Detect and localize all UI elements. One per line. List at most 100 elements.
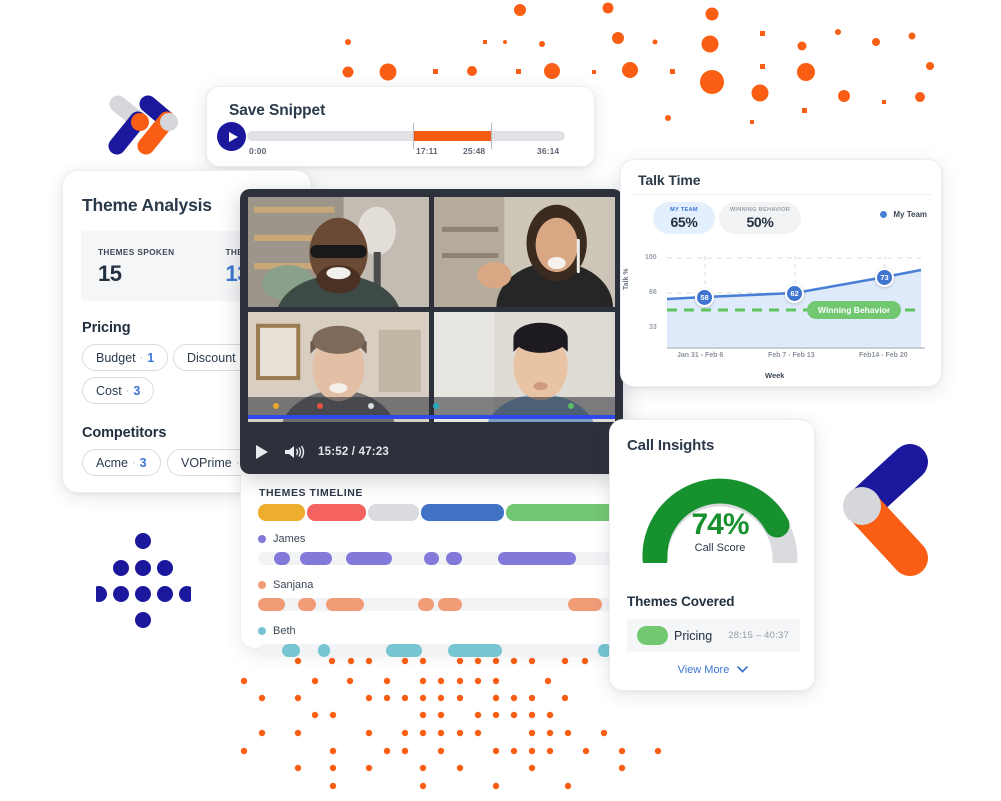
speaker-segment[interactable] xyxy=(300,552,332,565)
view-more-button[interactable]: View More xyxy=(610,664,816,676)
participant-tile[interactable] xyxy=(434,197,615,307)
pill-value: 50% xyxy=(746,213,774,230)
video-player-card: 15:52 / 47:23 xyxy=(240,189,623,474)
save-snippet-title: Save Snippet xyxy=(229,102,326,119)
theme-covered-row[interactable]: Pricing 28:15 – 40:37 xyxy=(627,619,800,652)
y-tick-label: 100 xyxy=(645,254,657,261)
video-progress-bar[interactable] xyxy=(248,415,615,419)
stat-label: THEMES SPOKEN xyxy=(98,247,175,257)
data-point[interactable]: 73 xyxy=(875,268,894,287)
landing-hero-composite: Save Snippet 0:00 17:11 25:48 36:14 Them… xyxy=(0,0,1001,801)
y-axis-label: Talk % xyxy=(623,268,630,290)
volume-icon[interactable] xyxy=(283,444,305,460)
video-marker-strip[interactable] xyxy=(248,397,615,415)
speaker-color-dot xyxy=(258,627,266,635)
pill-label: MY TEAM xyxy=(670,206,698,213)
snippet-tick-end xyxy=(491,123,492,149)
speaker-segment[interactable] xyxy=(258,598,285,611)
speaker-track[interactable] xyxy=(258,552,638,565)
call-score-value: 74% xyxy=(691,508,749,541)
chip-count: 1 xyxy=(147,350,155,365)
brand-mark xyxy=(843,444,928,576)
participant-tile[interactable] xyxy=(248,197,429,307)
snippet-timeline-track[interactable] xyxy=(247,123,565,149)
chip-separator: · xyxy=(235,456,240,469)
marker-dot[interactable] xyxy=(433,403,439,409)
speaker-segment[interactable] xyxy=(298,598,316,611)
chip-label: Budget xyxy=(96,350,136,365)
chip-separator: · xyxy=(131,456,136,469)
speaker-name: Sanjana xyxy=(273,579,314,591)
video-controls: 15:52 / 47:23 xyxy=(240,429,623,474)
marker-dot[interactable] xyxy=(317,403,323,409)
speaker-segment[interactable] xyxy=(274,552,290,565)
speaker-segment[interactable] xyxy=(446,552,462,565)
speaker-row-beth: Beth xyxy=(258,623,638,657)
snippet-time-sel-end: 25:48 xyxy=(463,146,486,156)
chip-acme[interactable]: Acme · 3 xyxy=(82,449,161,476)
speaker-segment[interactable] xyxy=(326,598,364,611)
play-icon[interactable] xyxy=(256,444,268,459)
speaker-segment[interactable] xyxy=(498,552,576,565)
data-point[interactable]: 62 xyxy=(785,284,804,303)
theme-color-pill xyxy=(637,626,668,645)
theme-segment[interactable] xyxy=(258,504,305,521)
chip-cost[interactable]: Cost · 3 xyxy=(82,377,155,404)
theme-segment[interactable] xyxy=(420,504,504,521)
marker-dot[interactable] xyxy=(568,403,574,409)
themes-covered-title: Themes Covered xyxy=(627,594,735,609)
theme-segment[interactable] xyxy=(367,504,419,521)
snippet-selection-range[interactable] xyxy=(413,131,491,141)
speaker-segment[interactable] xyxy=(318,644,330,657)
talk-time-chart: 100 66 33 58 62 73 Winning Behavior Jan … xyxy=(635,248,931,359)
call-score-gauge: 74% Call Score xyxy=(637,463,803,572)
video-participant-grid xyxy=(248,197,615,422)
speaker-segment[interactable] xyxy=(448,644,502,657)
speaker-segment[interactable] xyxy=(386,644,422,657)
speaker-segment[interactable] xyxy=(346,552,392,565)
speaker-track[interactable] xyxy=(258,644,638,657)
themes-timeline-title: THEMES TIMELINE xyxy=(259,487,363,499)
chip-budget[interactable]: Budget · 1 xyxy=(82,344,169,371)
y-tick-label: 66 xyxy=(649,289,657,296)
chart-legend: My Team xyxy=(880,210,927,219)
marker-dot[interactable] xyxy=(273,403,279,409)
snippet-time-start: 0:00 xyxy=(249,146,267,156)
metric-pill-my-team[interactable]: MY TEAM 65% xyxy=(653,202,715,234)
speaker-segment[interactable] xyxy=(418,598,434,611)
speaker-header: Sanjana xyxy=(258,577,638,593)
speaker-track[interactable] xyxy=(258,598,638,611)
snippet-time-sel-start: 17:11 xyxy=(416,146,438,156)
themes-timeline-bar[interactable] xyxy=(258,504,638,521)
marker-dot[interactable] xyxy=(368,403,374,409)
pill-value: 65% xyxy=(670,213,698,230)
data-point[interactable]: 58 xyxy=(695,288,714,307)
x-tick-label: Feb14 - Feb 20 xyxy=(859,352,908,359)
x-axis-label: Week xyxy=(765,371,785,380)
y-tick-label: 33 xyxy=(649,324,657,331)
chip-separator: · xyxy=(139,351,144,364)
snippet-tick-start xyxy=(413,123,414,149)
view-more-label: View More xyxy=(677,664,730,676)
section-title-competitors: Competitors xyxy=(82,425,167,441)
speaker-segment[interactable] xyxy=(282,644,300,657)
pill-label: WINNING BEHAVIOR xyxy=(729,206,791,213)
speaker-segment[interactable] xyxy=(424,552,439,565)
themes-timeline-card: THEMES TIMELINE James Sanjana Beth xyxy=(240,474,638,657)
speaker-segment[interactable] xyxy=(568,598,602,611)
chip-label: Discount xyxy=(187,350,236,365)
page-title: Theme Analysis xyxy=(82,195,212,215)
talk-time-card: Talk Time MY TEAM 65% WINNING BEHAVIOR 5… xyxy=(620,159,942,387)
metric-pill-winning-behavior[interactable]: WINNING BEHAVIOR 50% xyxy=(719,202,801,234)
stat-themes-spoken: THEMES SPOKEN 15 xyxy=(81,231,174,301)
x-tick-label: Feb 7 - Feb 13 xyxy=(768,352,815,359)
chevron-down-icon xyxy=(737,664,749,676)
decorative-dots-navy xyxy=(96,533,191,628)
legend-color-dot xyxy=(880,211,888,218)
play-icon[interactable] xyxy=(217,122,246,151)
x-tick-label: Jan 31 - Feb 6 xyxy=(677,352,724,359)
section-title-pricing: Pricing xyxy=(82,320,131,336)
theme-segment[interactable] xyxy=(306,504,366,521)
speaker-segment[interactable] xyxy=(438,598,462,611)
chip-label: Acme xyxy=(96,455,128,470)
